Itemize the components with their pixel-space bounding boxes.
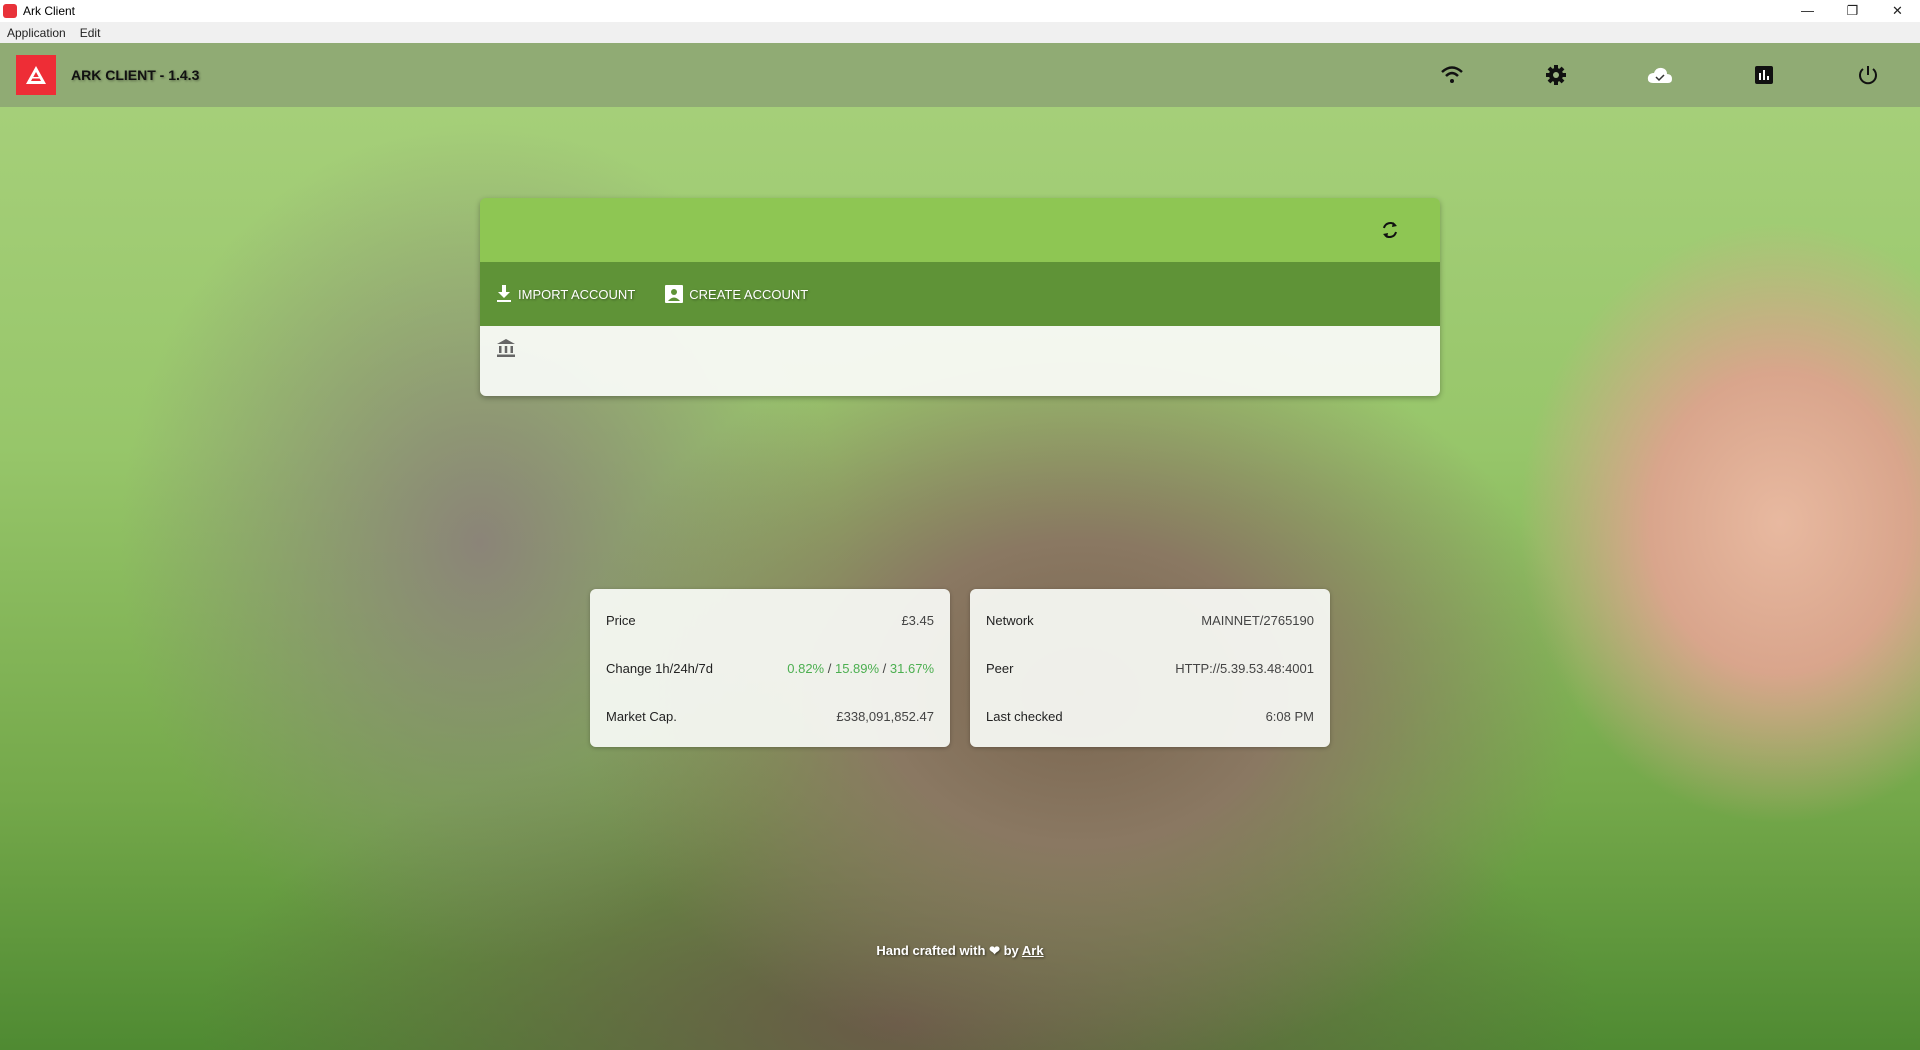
market-info-card: Price £3.45 Change 1h/24h/7d 0.82% / 15.8… bbox=[590, 589, 950, 747]
change-7d: 31.67% bbox=[889, 660, 934, 676]
market-cap-label: Market Cap. bbox=[606, 708, 677, 724]
price-value: £3.45 bbox=[901, 612, 934, 628]
power-icon[interactable] bbox=[1816, 43, 1920, 107]
menu-application[interactable]: Application bbox=[0, 26, 73, 40]
market-cap-value: £338,091,852.47 bbox=[836, 708, 934, 724]
account-actions-bar: IMPORT ACCOUNT CREATE ACCOUNT bbox=[480, 262, 1440, 326]
network-label: Network bbox=[986, 612, 1034, 628]
download-icon bbox=[497, 285, 511, 302]
change-1h: 0.82% bbox=[787, 660, 825, 676]
app-title: ARK CLIENT - 1.4.3 bbox=[71, 67, 200, 83]
close-button[interactable]: ✕ bbox=[1875, 0, 1920, 22]
last-checked-label: Last checked bbox=[986, 708, 1063, 724]
bank-icon bbox=[497, 339, 515, 357]
network-value: MAINNET/2765190 bbox=[1201, 612, 1314, 628]
app-icon bbox=[3, 4, 17, 18]
chart-icon[interactable] bbox=[1712, 43, 1816, 107]
separator: / bbox=[824, 660, 835, 676]
accounts-card: IMPORT ACCOUNT CREATE ACCOUNT bbox=[480, 198, 1440, 396]
contact-icon bbox=[665, 285, 684, 303]
change-24h: 15.89% bbox=[834, 660, 880, 676]
ark-logo bbox=[16, 55, 56, 95]
peer-value[interactable]: HTTP://5.39.53.48:4001 bbox=[1175, 661, 1314, 676]
ark-link[interactable]: Ark bbox=[1022, 943, 1044, 958]
change-label: Change 1h/24h/7d bbox=[606, 660, 713, 676]
menu-edit[interactable]: Edit bbox=[73, 26, 108, 40]
import-account-label: IMPORT ACCOUNT bbox=[518, 286, 636, 302]
refresh-icon[interactable] bbox=[1380, 220, 1400, 245]
footer-by: by bbox=[1003, 943, 1019, 958]
minimize-button[interactable]: — bbox=[1785, 0, 1830, 22]
menu-bar: Application Edit bbox=[0, 22, 1920, 43]
last-checked-value: 6:08 PM bbox=[1265, 708, 1314, 724]
cloud-check-icon[interactable] bbox=[1608, 43, 1712, 107]
window-titlebar: Ark Client — ❐ ✕ bbox=[0, 0, 1920, 22]
create-account-label: CREATE ACCOUNT bbox=[689, 286, 809, 302]
network-wifi-icon[interactable] bbox=[1400, 43, 1504, 107]
change-values: 0.82% / 15.89% / 31.67% bbox=[787, 661, 934, 676]
app-background: ARK CLIENT - 1.4.3 IMPORT ACCOUNT CREATE… bbox=[0, 43, 1920, 1050]
app-header: ARK CLIENT - 1.4.3 bbox=[0, 43, 1920, 107]
network-info-card: Network MAINNET/2765190 Peer HTTP://5.39.5… bbox=[970, 589, 1330, 747]
separator: / bbox=[879, 660, 890, 676]
window-title: Ark Client bbox=[23, 4, 76, 18]
heart-icon: ❤ bbox=[989, 943, 1000, 958]
settings-gear-icon[interactable] bbox=[1504, 43, 1608, 107]
restore-button[interactable]: ❐ bbox=[1830, 0, 1875, 22]
footer-text: Hand crafted with bbox=[876, 943, 986, 958]
accounts-card-header bbox=[480, 198, 1440, 262]
price-label: Price bbox=[606, 612, 636, 628]
accounts-list bbox=[480, 326, 1440, 396]
peer-label: Peer bbox=[986, 660, 1014, 676]
import-account-button[interactable]: IMPORT ACCOUNT bbox=[496, 285, 635, 303]
create-account-button[interactable]: CREATE ACCOUNT bbox=[665, 285, 808, 303]
footer: Hand crafted with ❤ by Ark bbox=[0, 943, 1920, 959]
